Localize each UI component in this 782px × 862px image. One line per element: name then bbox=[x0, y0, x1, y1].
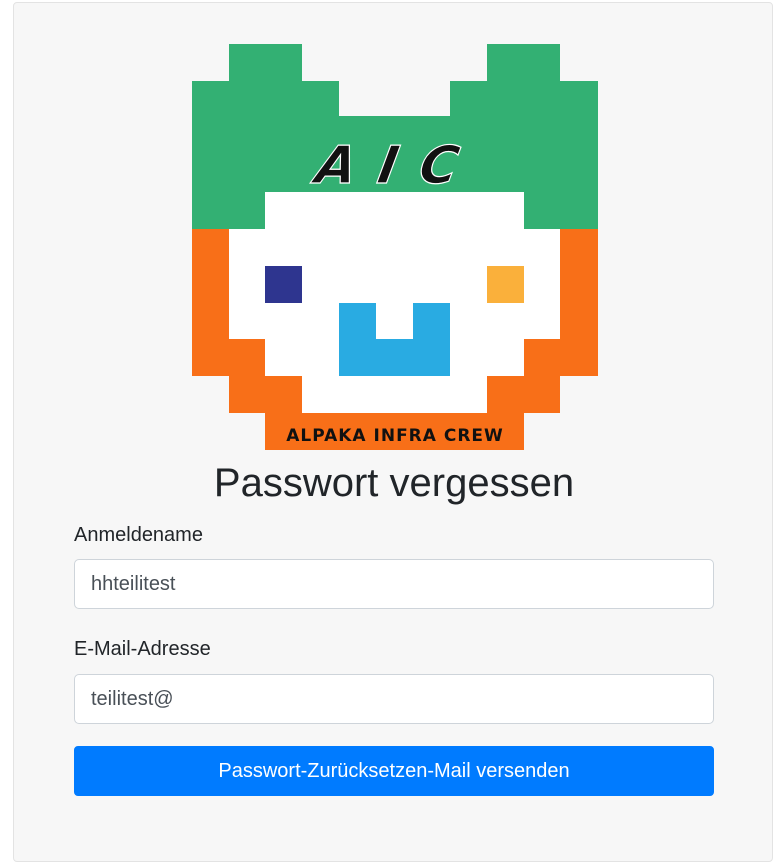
logo-left-eye bbox=[265, 266, 302, 303]
logo-right-eye bbox=[487, 266, 524, 303]
reset-card: AIC ALPAKA INFRA CREW Passwort vergessen… bbox=[13, 2, 773, 862]
email-field[interactable] bbox=[74, 674, 714, 724]
username-field[interactable] bbox=[74, 559, 714, 609]
alpaka-logo: AIC ALPAKA INFRA CREW bbox=[192, 43, 602, 453]
page-title: Passwort vergessen bbox=[213, 461, 575, 505]
logo-letters: AIC bbox=[307, 135, 485, 196]
send-reset-mail-button[interactable]: Passwort-Zurücksetzen-Mail versenden bbox=[74, 746, 714, 796]
email-label: E-Mail-Adresse bbox=[74, 638, 211, 660]
username-label: Anmeldename bbox=[74, 524, 203, 546]
logo-caption: ALPAKA INFRA CREW bbox=[286, 426, 504, 446]
